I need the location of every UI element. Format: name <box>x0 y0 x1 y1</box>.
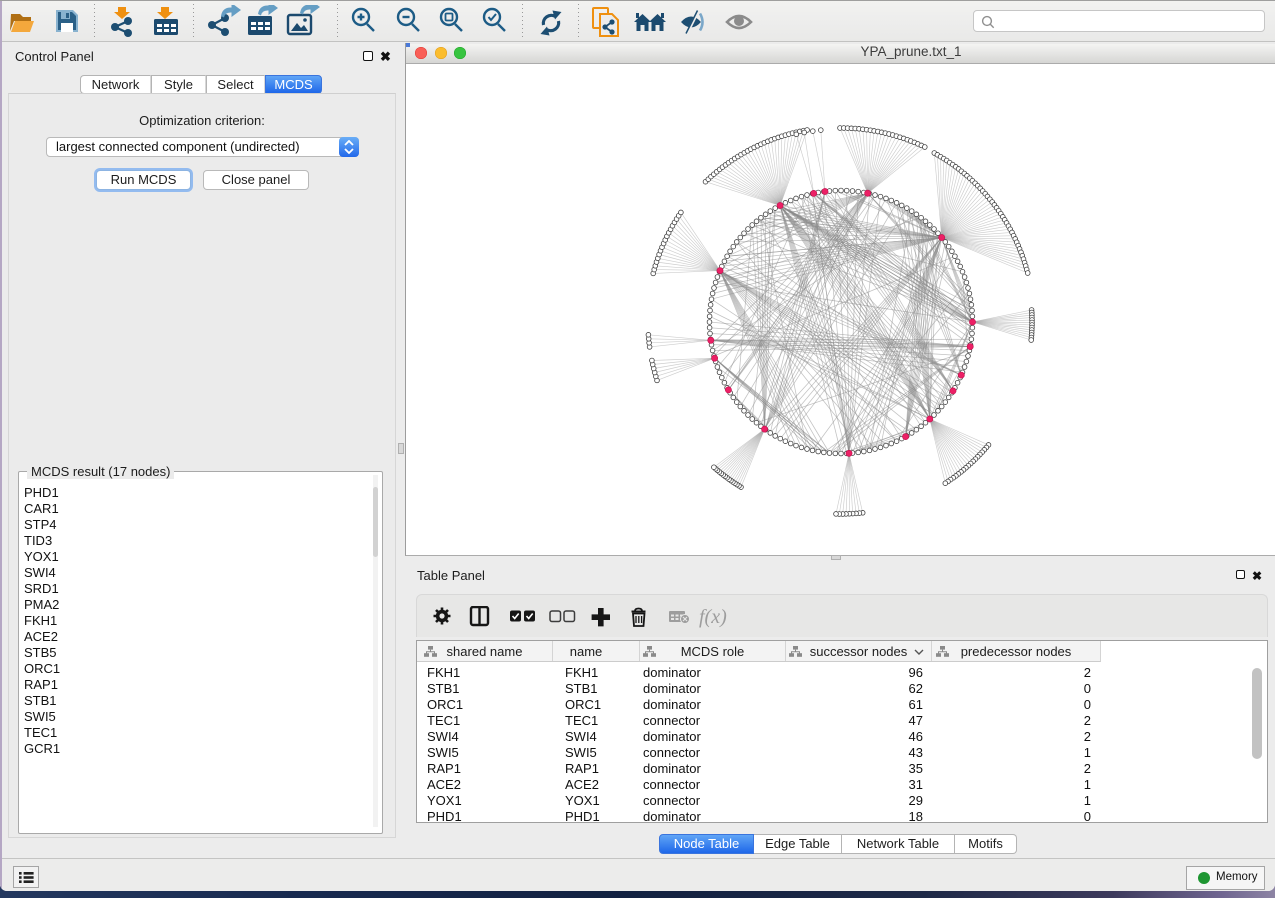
svg-text:f(x): f(x) <box>699 606 727 628</box>
